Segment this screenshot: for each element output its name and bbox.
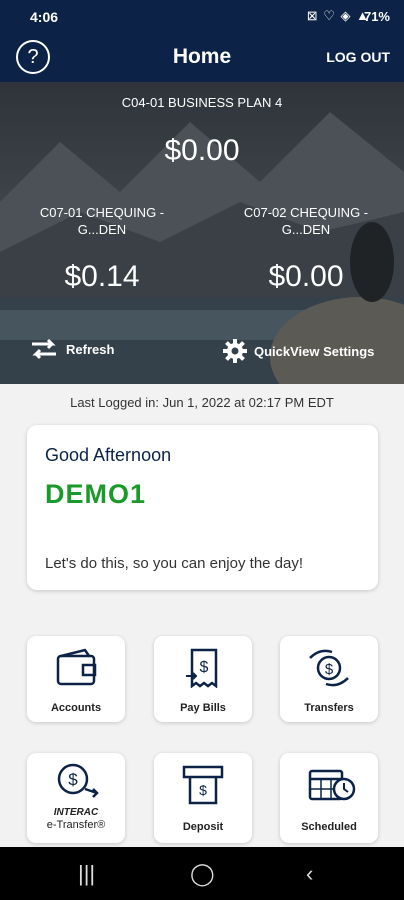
quickview-panel: C04-01 BUSINESS PLAN 4 $0.00 C07-01 CHEQ… — [0, 82, 404, 384]
transfer-icon: $ — [309, 649, 349, 687]
refresh-label: Refresh — [66, 341, 115, 357]
scheduled-tile[interactable]: Scheduled — [280, 753, 378, 843]
interac-etransfer-tile[interactable]: $ INTERAC e-Transfer® — [27, 753, 125, 843]
greeting-card: Good Afternoon DEMO1 Let's do this, so y… — [27, 425, 378, 590]
svg-text:$: $ — [200, 659, 209, 676]
tile-label-etransfer: e-Transfer® — [46, 819, 106, 831]
refresh-icon — [32, 338, 56, 360]
transfers-tile[interactable]: $ Transfers — [280, 636, 378, 722]
top-nav: ? Home LOG OUT — [0, 32, 404, 82]
tile-label-interac: INTERAC — [53, 807, 99, 818]
tile-label: Pay Bills — [180, 702, 226, 714]
status-bar: 4:06 ⊠ ♡ ◈ ▲ 71% — [0, 0, 404, 32]
tile-label: Deposit — [182, 821, 224, 833]
deposit-icon: $ — [182, 765, 224, 805]
wallet-icon — [56, 648, 97, 686]
account-name: C07-01 CHEQUING - G...DEN — [39, 205, 165, 237]
logout-button[interactable]: LOG OUT — [326, 49, 390, 65]
last-login-text: Last Logged in: Jun 1, 2022 at 02:17 PM … — [70, 395, 334, 410]
deposit-tile[interactable]: $ Deposit — [154, 753, 252, 843]
svg-text:$: $ — [199, 782, 207, 798]
tile-label: Scheduled — [301, 821, 357, 833]
back-button[interactable]: ‹ — [306, 861, 313, 887]
pay-bills-tile[interactable]: $ Pay Bills — [154, 636, 252, 722]
etransfer-icon: $ — [57, 763, 99, 798]
greeting-salutation: Good Afternoon — [45, 445, 172, 465]
accounts-tile[interactable]: Accounts — [27, 636, 125, 722]
status-time: 4:06 — [30, 9, 59, 25]
tile-label: Accounts — [50, 702, 102, 714]
quickview-settings-label: QuickView Settings — [254, 343, 375, 359]
system-nav-bar: ||| ◯ ‹ — [0, 847, 404, 900]
home-button[interactable]: ◯ — [190, 861, 215, 887]
gear-icon — [223, 339, 247, 363]
account-balance[interactable]: $0.00 — [0, 134, 404, 168]
quickview-settings-button[interactable]: QuickView Settings — [222, 338, 374, 364]
account-name: C04-01 BUSINESS PLAN 4 — [121, 95, 283, 110]
refresh-button[interactable]: Refresh — [28, 338, 114, 360]
svg-text:$: $ — [68, 770, 78, 789]
user-name: DEMO1 — [45, 479, 147, 509]
account-balance[interactable]: $0.14 — [22, 260, 182, 294]
svg-text:$: $ — [325, 661, 334, 678]
bill-icon: $ — [186, 648, 218, 688]
status-icons: ⊠ ♡ ◈ ▲ — [306, 8, 370, 23]
recent-apps-button[interactable]: ||| — [78, 861, 95, 887]
greeting-message: Let's do this, so you can enjoy the day! — [45, 555, 304, 572]
calendar-icon — [308, 769, 356, 801]
account-name: C07-02 CHEQUING - G...DEN — [243, 205, 369, 237]
tile-label: Transfers — [304, 702, 354, 714]
battery-level: 71% — [363, 9, 390, 24]
account-balance[interactable]: $0.00 — [226, 260, 386, 294]
